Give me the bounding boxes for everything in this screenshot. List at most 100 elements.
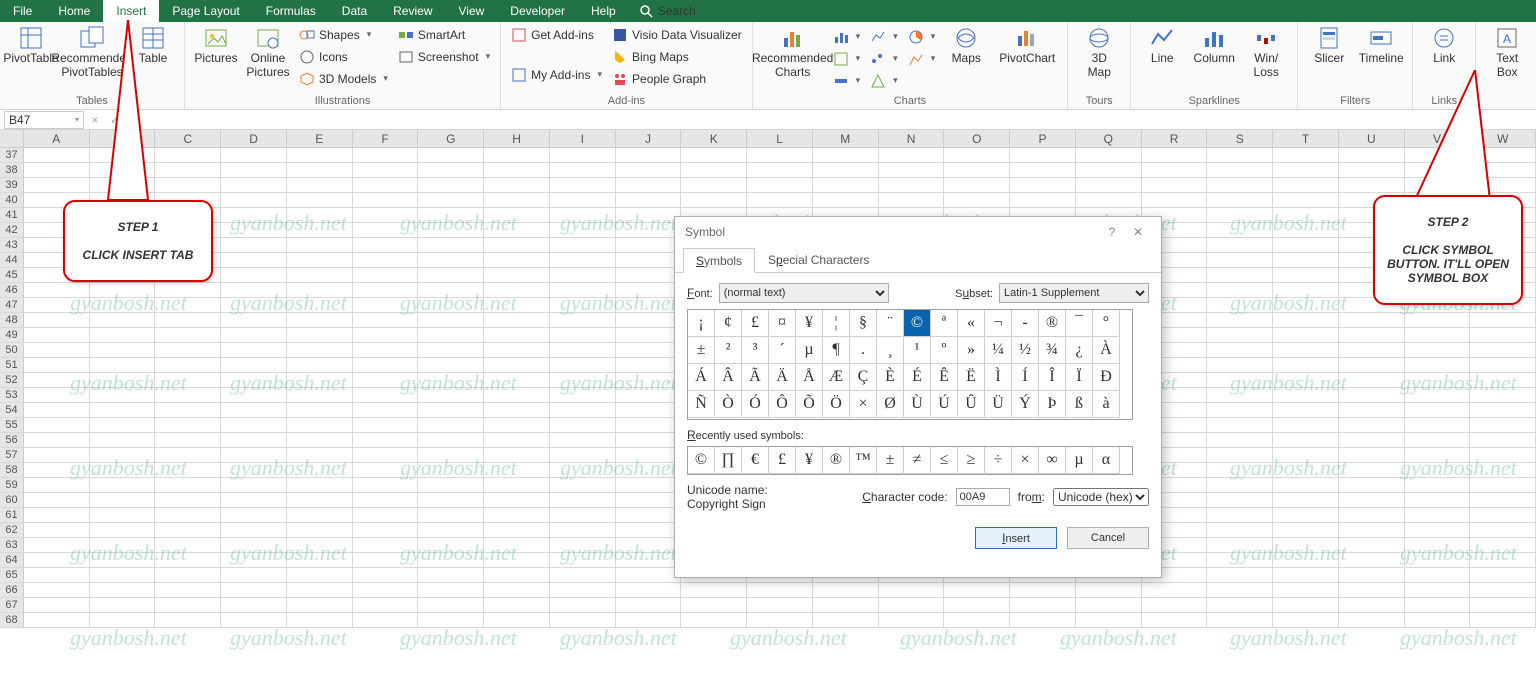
people-graph-button[interactable]: People Graph — [608, 68, 746, 89]
column-header[interactable]: N — [879, 130, 945, 148]
textbox-button[interactable]: AText Box — [1482, 24, 1532, 80]
column-header[interactable]: F — [353, 130, 419, 148]
font-select[interactable]: (normal text) — [719, 283, 889, 303]
pivotchart-button[interactable]: PivotChart — [993, 24, 1061, 66]
symbol-cell[interactable]: ± — [688, 337, 715, 364]
symbol-cell[interactable]: » — [958, 337, 985, 364]
row-header[interactable]: 57 — [0, 448, 24, 463]
symbol-cell[interactable]: Ù — [904, 391, 931, 418]
symbol-cell[interactable]: « — [958, 310, 985, 337]
symbol-cell[interactable]: ³ — [742, 337, 769, 364]
column-header[interactable]: B — [90, 130, 156, 148]
column-header[interactable]: I — [550, 130, 616, 148]
sparkline-winloss-button[interactable]: Win/ Loss — [1241, 24, 1291, 80]
row-header[interactable]: 66 — [0, 583, 24, 598]
menu-tab-formulas[interactable]: Formulas — [253, 0, 329, 22]
symbol-cell[interactable]: Â — [715, 364, 742, 391]
row-header[interactable]: 65 — [0, 568, 24, 583]
symbol-cell[interactable]: ® — [1039, 310, 1066, 337]
symbol-cell[interactable]: ° — [1093, 310, 1120, 337]
3d-map-button[interactable]: 3D Map — [1074, 24, 1124, 80]
name-box[interactable]: B47 — [4, 111, 84, 129]
recent-symbol-cell[interactable]: ≥ — [958, 447, 985, 474]
link-button[interactable]: Link — [1419, 24, 1469, 66]
row-header[interactable]: 56 — [0, 433, 24, 448]
row-header[interactable]: 50 — [0, 343, 24, 358]
online-pictures-button[interactable]: Online Pictures — [243, 24, 293, 80]
symbol-cell[interactable]: Ï — [1066, 364, 1093, 391]
recent-symbol-cell[interactable]: ≠ — [904, 447, 931, 474]
shapes-button[interactable]: Shapes — [295, 24, 392, 45]
column-header[interactable]: M — [813, 130, 879, 148]
cancel-button[interactable]: Cancel — [1067, 527, 1149, 549]
symbol-cell[interactable]: ½ — [1012, 337, 1039, 364]
column-header[interactable]: L — [747, 130, 813, 148]
row-header[interactable]: 68 — [0, 613, 24, 628]
row-header[interactable]: 48 — [0, 313, 24, 328]
symbol-cell[interactable]: Ñ — [688, 391, 715, 418]
subset-select[interactable]: Latin-1 Supplement — [999, 283, 1149, 303]
column-header[interactable]: V — [1405, 130, 1471, 148]
row-header[interactable]: 39 — [0, 178, 24, 193]
symbol-cell[interactable]: ´ — [769, 337, 796, 364]
symbol-cell[interactable]: µ — [796, 337, 823, 364]
row-header[interactable]: 60 — [0, 493, 24, 508]
symbol-cell[interactable]: ¥ — [796, 310, 823, 337]
recent-symbol-cell[interactable]: α — [1093, 447, 1120, 474]
row-header[interactable]: 62 — [0, 523, 24, 538]
smartart-button[interactable]: SmartArt — [394, 24, 494, 45]
symbol-grid[interactable]: ¡¢£¤¥¦§¨©ª«¬-®¯°±²³´µ¶.¸¹º»¼½¾¿ÀÁÂÃÄÅÆÇÈ… — [687, 309, 1133, 420]
maps-button[interactable]: Maps — [941, 24, 991, 66]
visio-button[interactable]: Visio Data Visualizer — [608, 24, 746, 45]
chart-type-button[interactable] — [866, 48, 902, 69]
my-addins-button[interactable]: My Add-ins — [507, 64, 606, 85]
row-header[interactable]: 49 — [0, 328, 24, 343]
column-header[interactable]: D — [221, 130, 287, 148]
row-header[interactable]: 45 — [0, 268, 24, 283]
row-header[interactable]: 37 — [0, 148, 24, 163]
timeline-button[interactable]: Timeline — [1356, 24, 1406, 66]
symbol-cell[interactable]: ¡ — [688, 310, 715, 337]
column-header[interactable]: W — [1470, 130, 1536, 148]
column-header[interactable]: T — [1273, 130, 1339, 148]
symbol-cell[interactable]: ¹ — [904, 337, 931, 364]
3d-models-button[interactable]: 3D Models — [295, 68, 392, 89]
recent-symbol-cell[interactable]: ® — [823, 447, 850, 474]
symbol-cell[interactable]: ¶ — [823, 337, 850, 364]
chart-type-button[interactable] — [904, 26, 940, 47]
symbol-cell[interactable]: Û — [958, 391, 985, 418]
symbol-cell[interactable]: § — [850, 310, 877, 337]
row-header[interactable]: 46 — [0, 283, 24, 298]
recent-symbol-cell[interactable]: ± — [877, 447, 904, 474]
row-header[interactable]: 47 — [0, 298, 24, 313]
row-header[interactable]: 51 — [0, 358, 24, 373]
pivottable-button[interactable]: PivotTable — [6, 24, 56, 66]
dialog-tab-special-characters[interactable]: Special Characters — [755, 247, 882, 272]
recent-symbol-cell[interactable]: µ — [1066, 447, 1093, 474]
row-header[interactable]: 58 — [0, 463, 24, 478]
row-header[interactable]: 42 — [0, 223, 24, 238]
symbol-cell[interactable]: Õ — [796, 391, 823, 418]
recommended-charts-button[interactable]: Recommended Charts — [759, 24, 827, 80]
symbol-cell[interactable]: ¢ — [715, 310, 742, 337]
menu-tab-insert[interactable]: Insert — [103, 0, 159, 22]
symbol-cell[interactable]: Å — [796, 364, 823, 391]
column-header[interactable]: H — [484, 130, 550, 148]
symbol-cell[interactable]: Đ — [1093, 364, 1120, 391]
column-header[interactable]: C — [155, 130, 221, 148]
menu-tab-data[interactable]: Data — [329, 0, 380, 22]
recent-symbol-cell[interactable]: ∞ — [1039, 447, 1066, 474]
symbol-cell[interactable]: É — [904, 364, 931, 391]
symbol-cell[interactable]: à — [1093, 391, 1120, 418]
recent-symbol-cell[interactable]: × — [1012, 447, 1039, 474]
symbol-cell[interactable]: Á — [688, 364, 715, 391]
chart-type-button[interactable] — [866, 70, 902, 91]
column-header[interactable]: Q — [1076, 130, 1142, 148]
symbol-cell[interactable]: Í — [1012, 364, 1039, 391]
slicer-button[interactable]: Slicer — [1304, 24, 1354, 66]
symbol-cell[interactable]: . — [850, 337, 877, 364]
symbol-cell[interactable]: © — [904, 310, 931, 337]
menu-tab-review[interactable]: Review — [380, 0, 445, 22]
bing-maps-button[interactable]: Bing Maps — [608, 46, 746, 67]
symbol-cell[interactable]: ¯ — [1066, 310, 1093, 337]
